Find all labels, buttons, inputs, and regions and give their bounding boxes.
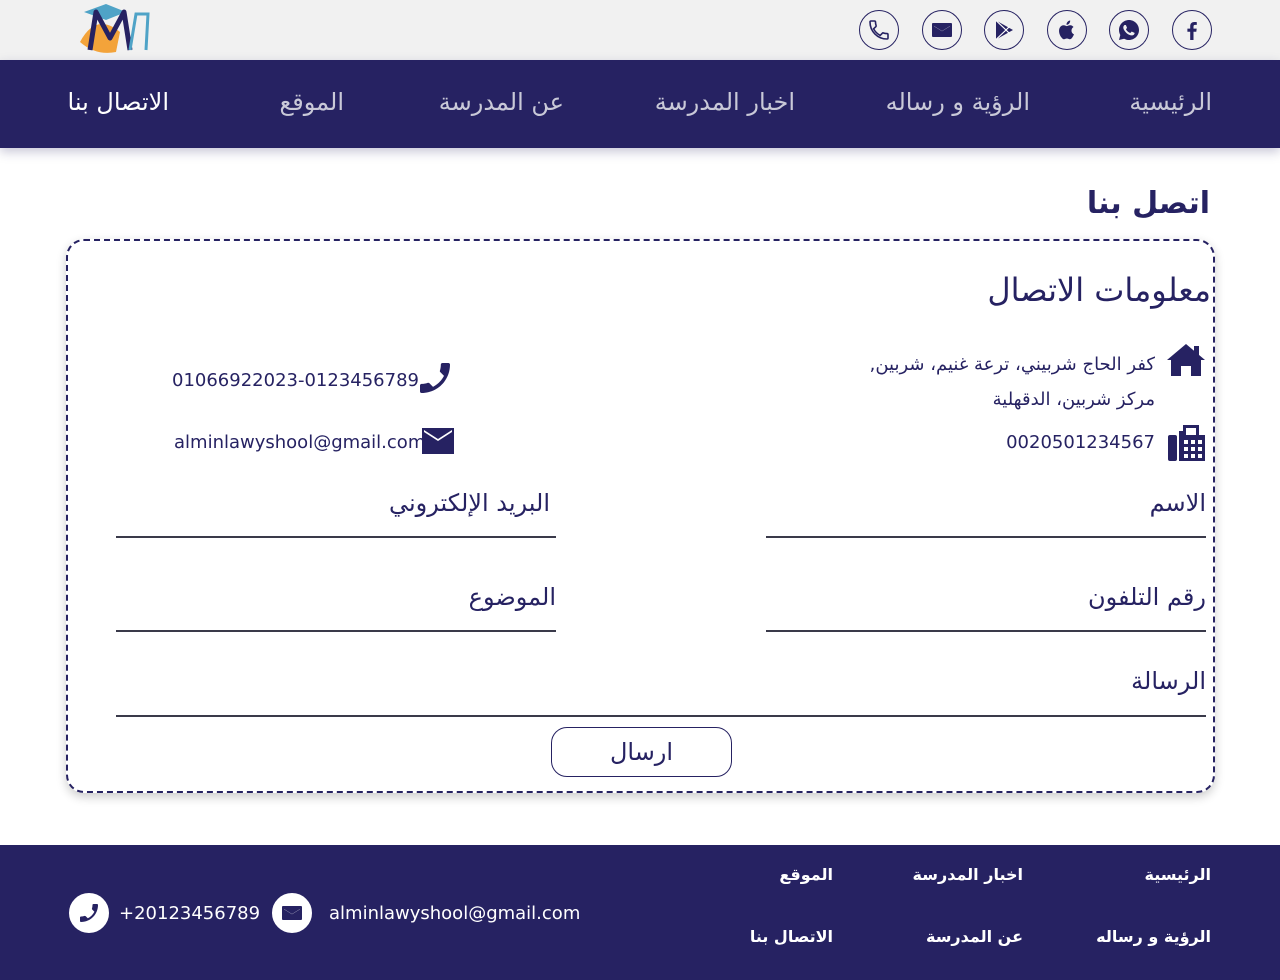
send-button[interactable]: ارسال — [551, 727, 732, 777]
nav-item-about[interactable]: عن المدرسة — [439, 88, 564, 116]
nav-item-vision[interactable]: الرؤية و رساله — [886, 88, 1030, 116]
phone-label: رقم التلفون — [1088, 583, 1206, 611]
footer-mail-icon — [272, 893, 312, 933]
footer-link-news[interactable]: اخبار المدرسة — [913, 865, 1023, 884]
nav-item-contact[interactable]: الاتصال بنا — [68, 88, 169, 116]
nav-item-location[interactable]: الموقع — [280, 88, 345, 116]
nav-item-news[interactable]: اخبار المدرسة — [655, 88, 795, 116]
address-text: كفر الحاج شربيني، ترعة غنيم، شربين, مركز… — [870, 347, 1155, 417]
phone-icon[interactable] — [859, 10, 899, 50]
fax-icon — [1168, 425, 1205, 461]
facebook-icon[interactable] — [1172, 10, 1212, 50]
footer: الرئيسية الرؤية و رساله اخبار المدرسة عن… — [0, 845, 1280, 980]
address-line-2: مركز شربين، الدقهلية — [992, 389, 1155, 410]
email-field[interactable]: البريد الإلكتروني — [116, 487, 556, 538]
fax-number: 0020501234567 — [1006, 432, 1155, 453]
footer-link-contact[interactable]: الاتصال بنا — [750, 927, 833, 946]
contact-card: معلومات الاتصال كفر الحاج شربيني، ترعة غ… — [66, 239, 1215, 793]
main-nav: الرئيسية الرؤية و رساله اخبار المدرسة عن… — [0, 60, 1280, 148]
footer-email[interactable]: alminlawyshool@gmail.com — [329, 903, 580, 924]
footer-link-home[interactable]: الرئيسية — [1145, 865, 1212, 884]
footer-phone-icon — [69, 893, 109, 933]
whatsapp-icon[interactable] — [1109, 10, 1149, 50]
name-label: الاسم — [1149, 489, 1206, 517]
footer-link-vision[interactable]: الرؤية و رساله — [1096, 927, 1211, 946]
subject-label: الموضوع — [468, 583, 556, 611]
email-address: alminlawyshool@gmail.com — [174, 432, 426, 453]
phone-field[interactable]: رقم التلفون — [766, 581, 1206, 632]
message-field[interactable]: الرسالة — [116, 665, 1206, 717]
message-label: الرسالة — [1131, 667, 1206, 695]
footer-phone[interactable]: +20123456789 — [119, 903, 260, 924]
google-play-icon[interactable] — [984, 10, 1024, 50]
address-line-1: كفر الحاج شربيني، ترعة غنيم، شربين, — [869, 354, 1155, 375]
page-title: اتصل بنا — [1086, 186, 1210, 221]
school-logo[interactable] — [76, 2, 160, 56]
home-icon — [1167, 344, 1205, 376]
apple-icon[interactable] — [1047, 10, 1087, 50]
name-field[interactable]: الاسم — [766, 487, 1206, 538]
subject-field[interactable]: الموضوع — [116, 581, 556, 632]
phone-icon — [420, 363, 450, 393]
phone-numbers: 01066922023-0123456789 — [172, 370, 419, 391]
contact-info-title: معلومات الاتصال — [987, 271, 1211, 309]
email-label: البريد الإلكتروني — [388, 489, 550, 517]
footer-link-location[interactable]: الموقع — [779, 865, 833, 884]
mail-icon[interactable] — [922, 10, 962, 50]
mail-icon — [422, 428, 454, 454]
top-bar — [0, 0, 1280, 60]
nav-item-home[interactable]: الرئيسية — [1129, 88, 1212, 116]
footer-link-about[interactable]: عن المدرسة — [926, 927, 1023, 946]
